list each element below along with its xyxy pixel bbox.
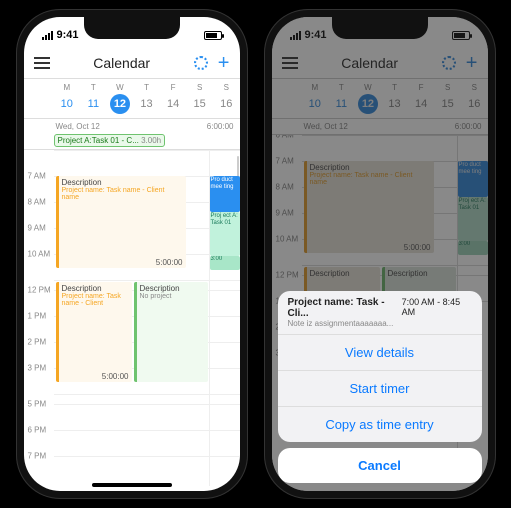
day-16[interactable]: 16 (213, 94, 240, 114)
day-13[interactable]: 13 (133, 94, 160, 114)
sheet-header: Project name: Task - Cli... Note iz assi… (278, 291, 482, 335)
event-afternoon-2[interactable]: Description No project (134, 282, 208, 382)
day-15[interactable]: 15 (186, 94, 213, 114)
allday-section: Wed, Oct 12 6:00:00 Project A:Task 01 - … (24, 118, 240, 150)
sheet-subtitle: Note iz assignmentaaaaaaa... (288, 319, 402, 328)
event-morning[interactable]: Description Project name: Task name - Cl… (56, 176, 186, 268)
day-12-today[interactable]: 12 (107, 94, 134, 114)
page-title: Calendar (93, 55, 150, 71)
menu-icon[interactable] (34, 57, 50, 69)
allday-date: Wed, Oct 12 (56, 122, 100, 131)
event-afternoon-1[interactable]: Description Project name: Task name - Cl… (56, 282, 132, 382)
start-timer-button[interactable]: Start timer (278, 371, 482, 407)
sheet-title: Project name: Task - Cli... (288, 297, 402, 319)
cancel-button[interactable]: Cancel (278, 448, 482, 483)
day-10[interactable]: 10 (54, 94, 81, 114)
event-project-a-task[interactable]: Proj ect A: Task 01 (210, 212, 240, 256)
battery-icon (204, 31, 222, 40)
action-sheet: Project name: Task - Cli... Note iz assi… (278, 291, 482, 483)
allday-time: 6:00:00 (207, 122, 234, 131)
status-time: 9:41 (57, 29, 79, 41)
home-indicator[interactable] (92, 483, 172, 487)
day-timeline[interactable]: 7 AM 8 AM 9 AM 10 AM 12 PM 1 PM 2 PM 3 P… (24, 150, 240, 486)
add-icon[interactable]: + (218, 56, 230, 70)
signal-icon (42, 31, 53, 40)
day-11[interactable]: 11 (80, 94, 107, 114)
allday-event[interactable]: Project A:Task 01 - C... 3.00h (54, 134, 166, 147)
sheet-time: 7:00 AM - 8:45 AM (402, 297, 472, 317)
view-details-button[interactable]: View details (278, 335, 482, 371)
week-day-labels: MTWTFSS (24, 79, 240, 94)
event-side-time[interactable]: 3:00 (210, 256, 240, 270)
gear-icon[interactable] (194, 56, 208, 70)
copy-time-entry-button[interactable]: Copy as time entry (278, 407, 482, 442)
week-day-numbers[interactable]: 10 11 12 13 14 15 16 (24, 94, 240, 118)
event-product-meeting[interactable]: Pro duct mee ting (210, 176, 240, 212)
nav-bar: Calendar + (24, 47, 240, 79)
home-indicator[interactable] (340, 483, 420, 487)
day-14[interactable]: 14 (160, 94, 187, 114)
